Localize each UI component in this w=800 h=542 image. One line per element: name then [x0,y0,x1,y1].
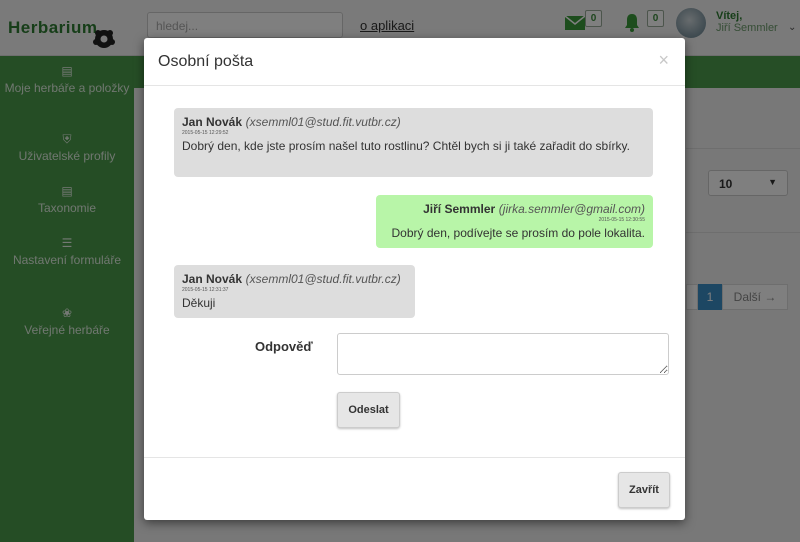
message-bubble: Jan Novák (xsemml01@stud.fit.vutbr.cz) 2… [174,265,415,318]
message-timestamp: 2015-05-15 12:30:55 [598,217,645,223]
modal-title: Osobní pošta [158,53,254,70]
message-header: Jiří Semmler (jirka.semmler@gmail.com) [384,201,645,216]
message-email: (jirka.semmler@gmail.com) [498,202,645,216]
modal-header: Osobní pošta × [144,38,685,86]
message-sender: Jan Novák [182,115,243,129]
modal-footer: Zavřít [144,457,685,520]
message-text: Dobrý den, kde jste prosím našel tuto ro… [182,139,630,153]
message-timestamp: 2015-05-15 12:31:37 [182,287,229,293]
send-button[interactable]: Odeslat [337,392,400,428]
message-email: (xsemml01@stud.fit.vutbr.cz) [245,115,401,129]
message-bubble-own: Jiří Semmler (jirka.semmler@gmail.com) 2… [376,195,653,248]
message-header: Jan Novák (xsemml01@stud.fit.vutbr.cz) [182,271,407,286]
message-timestamp: 2015-05-15 12:29:52 [182,130,229,136]
message-sender: Jan Novák [182,272,243,286]
message-sender: Jiří Semmler [423,202,496,216]
personal-mail-dialog: Osobní pošta × Jan Novák (xsemml01@stud.… [144,38,685,520]
message-email: (xsemml01@stud.fit.vutbr.cz) [245,272,401,286]
message-header: Jan Novák (xsemml01@stud.fit.vutbr.cz) [182,114,645,129]
message-text: Děkuji [182,296,216,310]
reply-textarea[interactable] [337,333,669,375]
close-icon[interactable]: × [658,50,669,71]
message-text: Dobrý den, podívejte se prosím do pole l… [391,226,645,240]
close-button[interactable]: Zavřít [618,472,670,508]
message-bubble: Jan Novák (xsemml01@stud.fit.vutbr.cz) 2… [174,108,653,177]
reply-label: Odpověď [255,339,313,354]
